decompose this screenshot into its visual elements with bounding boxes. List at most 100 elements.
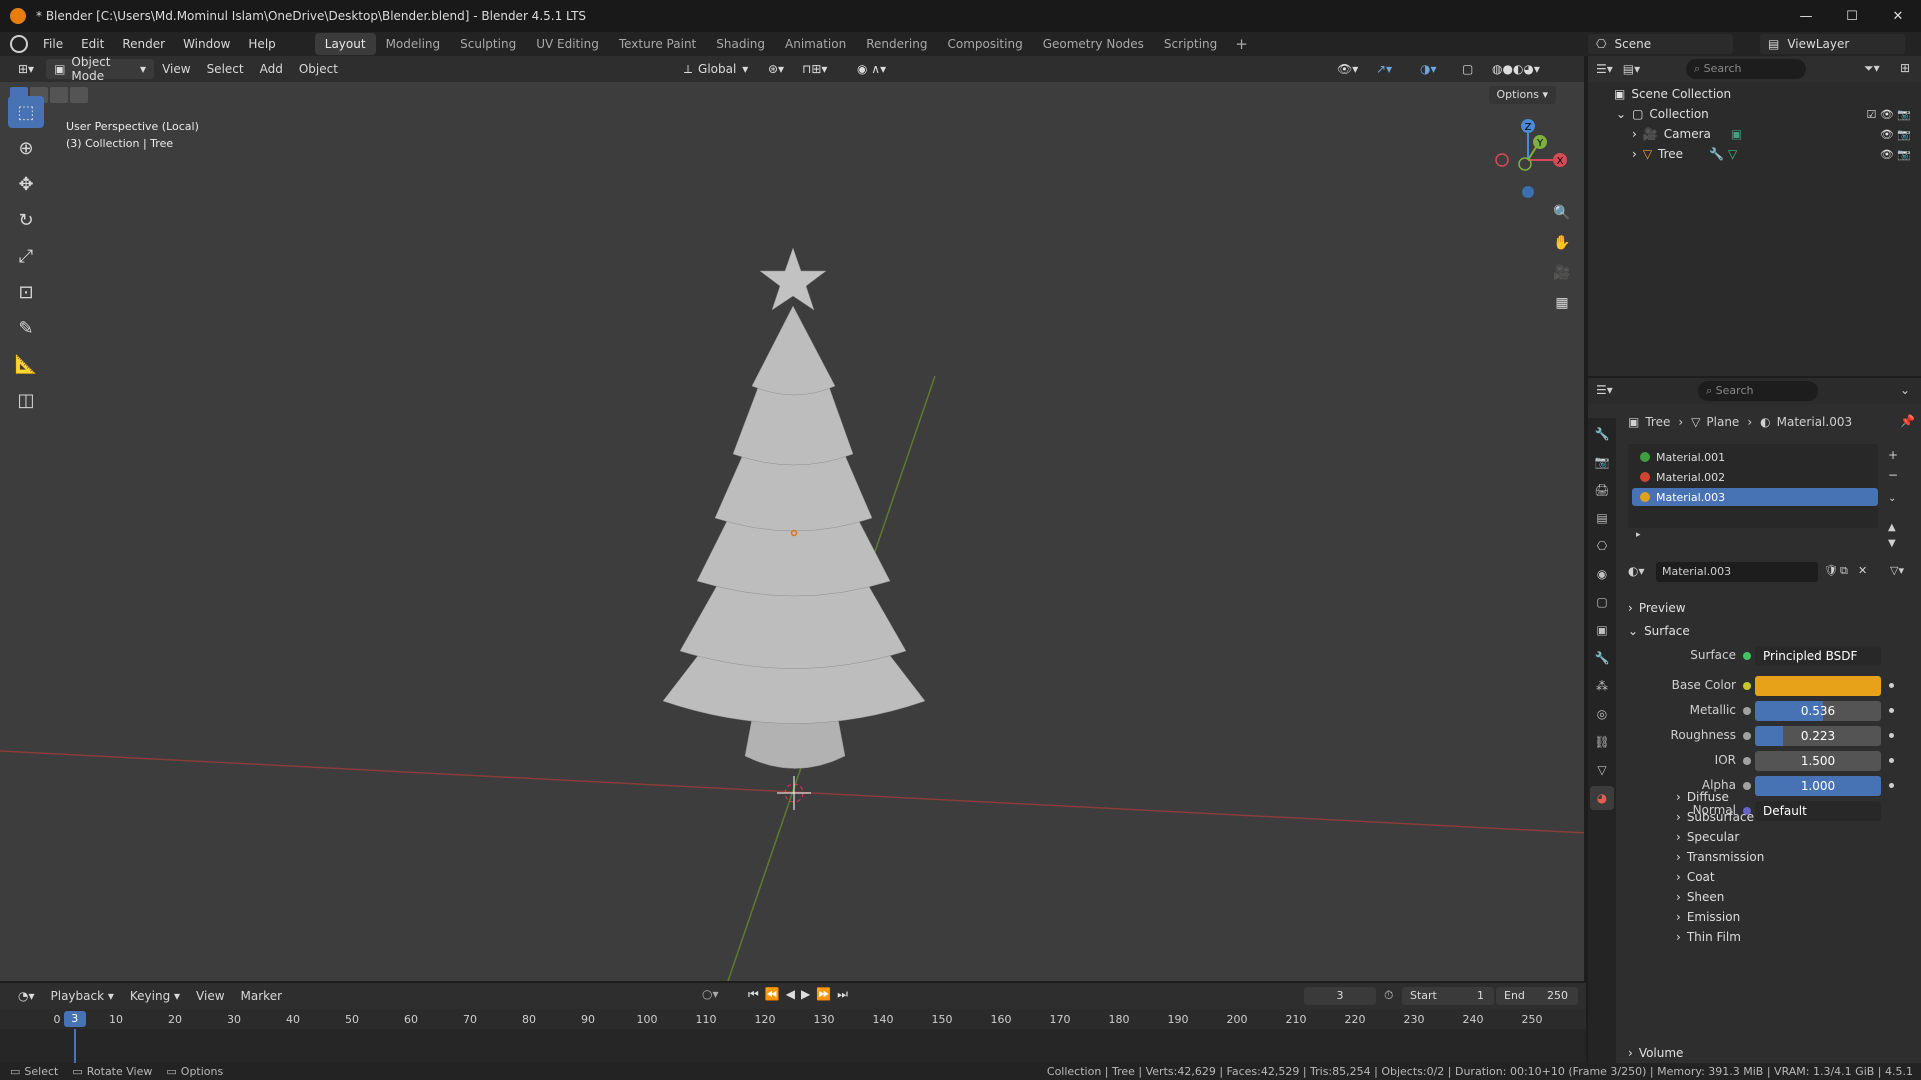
tab-sculpting[interactable]: Sculpting [450, 33, 526, 55]
tab-modeling[interactable]: Modeling [376, 33, 451, 55]
camera-visibility-icons[interactable]: 👁 📷 [1880, 128, 1911, 141]
roughness-field[interactable]: 0.223 [1755, 726, 1881, 746]
autokey-record-icon[interactable]: ○▾ [702, 987, 719, 1001]
shading-modes-icon[interactable]: ◍●◐◕▾ [1484, 59, 1548, 79]
tool-tab-icon[interactable]: 🔧 [1590, 422, 1614, 446]
pin-icon[interactable]: 📌 [1900, 414, 1915, 428]
input-socket-icon[interactable] [1743, 732, 1751, 740]
move-slot-down-icon[interactable]: ▼ [1888, 538, 1896, 549]
menu-file[interactable]: File [34, 32, 72, 56]
gizmo-toggle-icon[interactable]: ↗▾ [1368, 59, 1400, 79]
outliner-item-camera[interactable]: › 🎥 Camera ▣ 👁 📷 [1588, 124, 1921, 144]
input-socket-icon[interactable] [1743, 682, 1751, 690]
scene-collection-row[interactable]: ▣ Scene Collection [1588, 84, 1921, 104]
transform-tool-icon[interactable]: ⊡ [8, 276, 44, 308]
collapse-chevron-icon[interactable]: ⌄ [1616, 107, 1626, 121]
measure-tool-icon[interactable]: 📐 [8, 348, 44, 380]
collection-row[interactable]: ⌄ ▢ Collection ☑ 👁 📷 [1588, 104, 1921, 124]
metallic-field[interactable]: 0.536 [1755, 701, 1881, 721]
select-intersect-icon[interactable] [70, 87, 88, 103]
object-tab-icon[interactable]: ▣ [1590, 618, 1614, 642]
add-workspace-icon[interactable]: + [1227, 35, 1256, 53]
add-slot-icon[interactable]: + [1888, 448, 1898, 462]
properties-options-icon[interactable]: ⌄ [1900, 383, 1910, 397]
pan-hand-icon[interactable]: ✋ [1549, 230, 1575, 256]
subpanel-coat[interactable]: › Coat [1676, 867, 1715, 887]
xray-icon[interactable]: ▢ [1454, 59, 1481, 79]
render-tab-icon[interactable]: 📷 [1590, 450, 1614, 474]
data-tab-icon[interactable]: ▽ [1590, 758, 1614, 782]
preview-range-icon[interactable]: ⏱ [1384, 988, 1393, 1003]
viewport-menu-select[interactable]: Select [199, 56, 252, 82]
new-material-icon[interactable]: ⧉ [1840, 564, 1848, 578]
keyframe-dot-icon[interactable] [1889, 708, 1894, 713]
menu-window[interactable]: Window [174, 32, 239, 56]
menu-render[interactable]: Render [113, 32, 174, 56]
start-frame-field[interactable]: Start 1 [1402, 987, 1494, 1005]
modifier-tab-icon[interactable]: 🔧 [1590, 646, 1614, 670]
scene-selector[interactable]: ⎔ Scene [1588, 34, 1733, 54]
link-mode-icon[interactable]: ▽▾ [1890, 564, 1904, 577]
select-box-tool-icon[interactable]: ⬚ [8, 96, 44, 128]
cursor-tool-icon[interactable]: ⊕ [8, 132, 44, 164]
viewlayer-selector[interactable]: ▤ ViewLayer [1760, 34, 1905, 54]
expand-list-icon[interactable]: ▸ [1636, 530, 1641, 540]
3d-viewport[interactable]: ⊞▾ ▣ Object Mode ▾ View Select Add Object… [0, 56, 1586, 981]
tab-scripting[interactable]: Scripting [1154, 33, 1227, 55]
surface-shader-field[interactable]: Principled BSDF [1755, 646, 1881, 666]
tab-texture-paint[interactable]: Texture Paint [609, 33, 706, 55]
alpha-field[interactable]: 1.000 [1755, 776, 1881, 796]
tab-shading[interactable]: Shading [706, 33, 775, 55]
scene-tab-icon[interactable]: ⎔ [1590, 534, 1614, 558]
properties-editor-type-icon[interactable]: ☰▾ [1596, 383, 1613, 397]
select-subtract-icon[interactable] [50, 87, 68, 103]
keyframe-dot-icon[interactable] [1889, 783, 1894, 788]
input-socket-icon[interactable] [1743, 707, 1751, 715]
minimize-button[interactable]: — [1783, 0, 1829, 32]
add-cube-tool-icon[interactable]: ◫ [8, 384, 44, 416]
overlays-icon[interactable]: ◑▾ [1412, 59, 1445, 79]
subpanel-emission[interactable]: › Emission [1676, 907, 1740, 927]
outliner-item-tree[interactable]: › ▽ Tree 🔧 ▽ 👁 📷 [1588, 144, 1921, 164]
unlink-material-icon[interactable]: ✕ [1858, 564, 1867, 577]
material-tab-icon[interactable]: ◕ [1590, 786, 1614, 810]
panel-volume[interactable]: › Volume [1628, 1043, 1914, 1063]
input-socket-icon[interactable] [1743, 757, 1751, 765]
navigation-gizmo[interactable]: Z X Y [1480, 114, 1570, 204]
viewport-menu-object[interactable]: Object [291, 56, 346, 82]
normal-field[interactable]: Default [1755, 801, 1881, 821]
tab-compositing[interactable]: Compositing [937, 33, 1032, 55]
viewport-menu-view[interactable]: View [154, 56, 198, 82]
proportional-edit-icon[interactable]: ◉ ∧▾ [849, 59, 894, 79]
view-layer-tab-icon[interactable]: ▤ [1590, 506, 1614, 530]
current-frame-indicator[interactable]: 3 [63, 1011, 86, 1027]
mode-selector[interactable]: ▣ Object Mode ▾ [46, 56, 155, 83]
expand-chevron-icon[interactable]: › [1632, 127, 1637, 141]
constraints-tab-icon[interactable]: ⛓ [1590, 730, 1614, 754]
panel-preview[interactable]: › Preview [1628, 598, 1914, 618]
particles-tab-icon[interactable]: ⁂ [1590, 674, 1614, 698]
subpanel-transmission[interactable]: › Transmission [1676, 847, 1764, 867]
input-socket-icon[interactable] [1743, 807, 1751, 815]
material-name-field[interactable]: Material.003 [1656, 562, 1818, 582]
visibility-icon[interactable]: 👁▾ [1329, 59, 1366, 79]
options-dropdown[interactable]: Options ▾ [1488, 86, 1556, 104]
close-button[interactable]: ✕ [1875, 0, 1921, 32]
timeline-ruler[interactable]: 0 10 20 30 40 50 60 70 80 90 100 110 120 130 140 150 160… [0, 1009, 1586, 1029]
move-slot-up-icon[interactable]: ▲ [1888, 522, 1896, 533]
material-slot[interactable]: Material.002 [1632, 468, 1878, 486]
new-collection-icon[interactable]: ⊞ [1900, 61, 1910, 75]
menu-help[interactable]: Help [239, 32, 284, 56]
panel-surface[interactable]: ⌄ Surface [1628, 621, 1914, 641]
input-socket-icon[interactable] [1743, 782, 1751, 790]
base-color-field[interactable] [1755, 676, 1881, 696]
tab-uv-editing[interactable]: UV Editing [526, 33, 609, 55]
subpanel-specular[interactable]: › Specular [1676, 827, 1739, 847]
timeline-menu-playback[interactable]: Playback ▾ [43, 983, 122, 1009]
transform-orientation-dropdown[interactable]: ⟂ Global ▾ [676, 59, 750, 79]
end-frame-field[interactable]: End 250 [1496, 987, 1578, 1005]
ior-field[interactable]: 1.500 [1755, 751, 1881, 771]
world-tab-icon[interactable]: ◉ [1590, 562, 1614, 586]
outliner-search-input[interactable]: ⌕ Search [1686, 59, 1806, 79]
remove-slot-icon[interactable]: − [1888, 468, 1898, 482]
